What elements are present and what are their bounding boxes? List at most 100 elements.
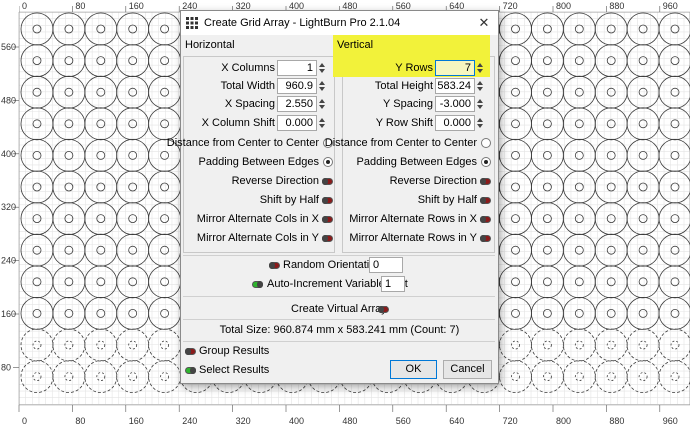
circle-shape (52, 12, 86, 46)
y-row-shift-label: Y Row Shift (375, 117, 433, 129)
bottom-ruler-tick-label: 400 (289, 416, 304, 426)
circle-shape (148, 328, 182, 362)
circle-shape (626, 107, 660, 141)
select-results-toggle[interactable] (185, 367, 196, 374)
total-height-label: Total Height (374, 80, 433, 92)
h-shift-half-toggle[interactable] (322, 197, 333, 204)
total-height-stepper[interactable] (475, 78, 486, 94)
bottom-ruler-tick-label: 240 (182, 416, 197, 426)
h-distance-center-label: Distance from Center to Center (166, 137, 319, 149)
circle-shape (531, 138, 564, 172)
v-shift-half-toggle[interactable] (480, 197, 491, 204)
h-mirror-x-label: Mirror Alternate Cols in X (196, 213, 319, 225)
bottom-ruler: 0 80 160 240 320 400 480 560 640 720 800 880 960 (0, 404, 690, 429)
top-ruler-tick-label: 160 (129, 1, 144, 11)
circle-shape (626, 328, 660, 362)
h-shift-half-label: Shift by Half (259, 194, 319, 206)
circle-shape (52, 360, 86, 394)
y-row-shift-stepper[interactable] (475, 115, 486, 131)
circle-shape (562, 75, 596, 109)
v-padding-edges-radio[interactable] (481, 157, 491, 167)
bottom-ruler-tick-label: 0 (22, 416, 27, 426)
circle-shape (562, 233, 596, 267)
circle-shape (626, 202, 660, 236)
bottom-ruler-tick-label: 880 (609, 416, 624, 426)
x-column-shift-stepper[interactable] (317, 115, 328, 131)
x-column-shift-input[interactable]: 0.000 (277, 115, 325, 131)
x-spacing-label: X Spacing (224, 98, 275, 110)
h-padding-edges-label: Padding Between Edges (198, 156, 319, 168)
bottom-ruler-tick-label: 320 (236, 416, 251, 426)
circle-shape (531, 202, 564, 236)
h-mirror-y-toggle[interactable] (322, 235, 333, 242)
h-padding-edges-radio[interactable] (323, 157, 333, 167)
ok-button[interactable]: OK (390, 360, 437, 379)
left-ruler-tick-label: 80 (1, 362, 11, 372)
y-row-shift-input[interactable]: 0.000 (435, 115, 483, 131)
circle-shape (658, 202, 690, 235)
x-spacing-input[interactable]: 2.550 (277, 96, 325, 112)
circle-shape (531, 328, 564, 362)
circle-shape (116, 360, 150, 394)
circle-shape (52, 202, 86, 236)
create-grid-array-dialog: Create Grid Array - LightBurn Pro 2.1.04… (167, 10, 499, 384)
circle-shape (626, 360, 660, 394)
circle-shape (626, 138, 660, 172)
x-spacing-stepper[interactable] (317, 96, 328, 112)
circle-shape (658, 265, 690, 299)
top-ruler-tick-label: 960 (663, 1, 678, 11)
circle-shape (594, 138, 628, 172)
circle-shape (626, 233, 660, 267)
x-columns-input[interactable]: 1 (277, 60, 325, 76)
circle-shape (594, 328, 628, 362)
circle-shape (594, 265, 628, 299)
circle-shape (148, 265, 182, 299)
total-height-input[interactable]: 583.24 (435, 78, 483, 94)
random-orientation-input[interactable]: 0 (369, 257, 403, 273)
auto-increment-input[interactable]: 1 (381, 276, 405, 292)
y-spacing-input[interactable]: -3.000 (435, 96, 483, 112)
total-width-input[interactable]: 960.9 (277, 78, 325, 94)
circle-shape (531, 12, 564, 46)
close-icon[interactable]: ✕ (470, 11, 498, 35)
h-reverse-direction-toggle[interactable] (322, 178, 333, 185)
circle-shape (531, 75, 564, 109)
circle-shape (531, 107, 564, 141)
circle-shape (52, 107, 86, 141)
circle-shape (562, 12, 596, 46)
circle-shape (116, 138, 150, 172)
virtual-array-label: Create Virtual Array (291, 303, 387, 315)
bottom-ruler-tick-label: 80 (75, 416, 85, 426)
y-spacing-stepper[interactable] (475, 96, 486, 112)
group-results-toggle[interactable] (185, 348, 196, 355)
virtual-array-toggle[interactable] (378, 306, 389, 313)
y-rows-input[interactable]: 7 (435, 60, 483, 76)
v-reverse-direction-toggle[interactable] (480, 178, 491, 185)
y-spacing-label: Y Spacing (383, 98, 433, 110)
circle-shape (148, 75, 182, 109)
h-mirror-x-toggle[interactable] (322, 216, 333, 223)
circle-shape (116, 202, 150, 236)
top-ruler-tick-label: 720 (503, 1, 518, 11)
random-orientation-toggle[interactable] (269, 262, 280, 269)
v-mirror-x-toggle[interactable] (480, 216, 491, 223)
separator (183, 296, 495, 297)
separator (183, 255, 495, 256)
circle-shape (594, 107, 628, 141)
circle-shape (562, 107, 596, 141)
v-mirror-y-toggle[interactable] (480, 235, 491, 242)
circle-shape (531, 265, 564, 299)
h-reverse-direction-label: Reverse Direction (231, 175, 319, 187)
dialog-titlebar[interactable]: Create Grid Array - LightBurn Pro 2.1.04… (181, 11, 498, 35)
separator (183, 319, 495, 320)
circle-shape (52, 265, 86, 299)
y-rows-stepper[interactable] (475, 60, 486, 76)
dialog-title: Create Grid Array - LightBurn Pro 2.1.04 (204, 17, 401, 29)
bottom-ruler-tick-label: 160 (129, 416, 144, 426)
auto-increment-toggle[interactable] (252, 281, 263, 288)
v-distance-center-radio[interactable] (481, 138, 491, 148)
cancel-button[interactable]: Cancel (443, 360, 492, 379)
total-width-stepper[interactable] (317, 78, 328, 94)
x-columns-stepper[interactable] (317, 60, 328, 76)
y-rows-label: Y Rows (395, 62, 433, 74)
